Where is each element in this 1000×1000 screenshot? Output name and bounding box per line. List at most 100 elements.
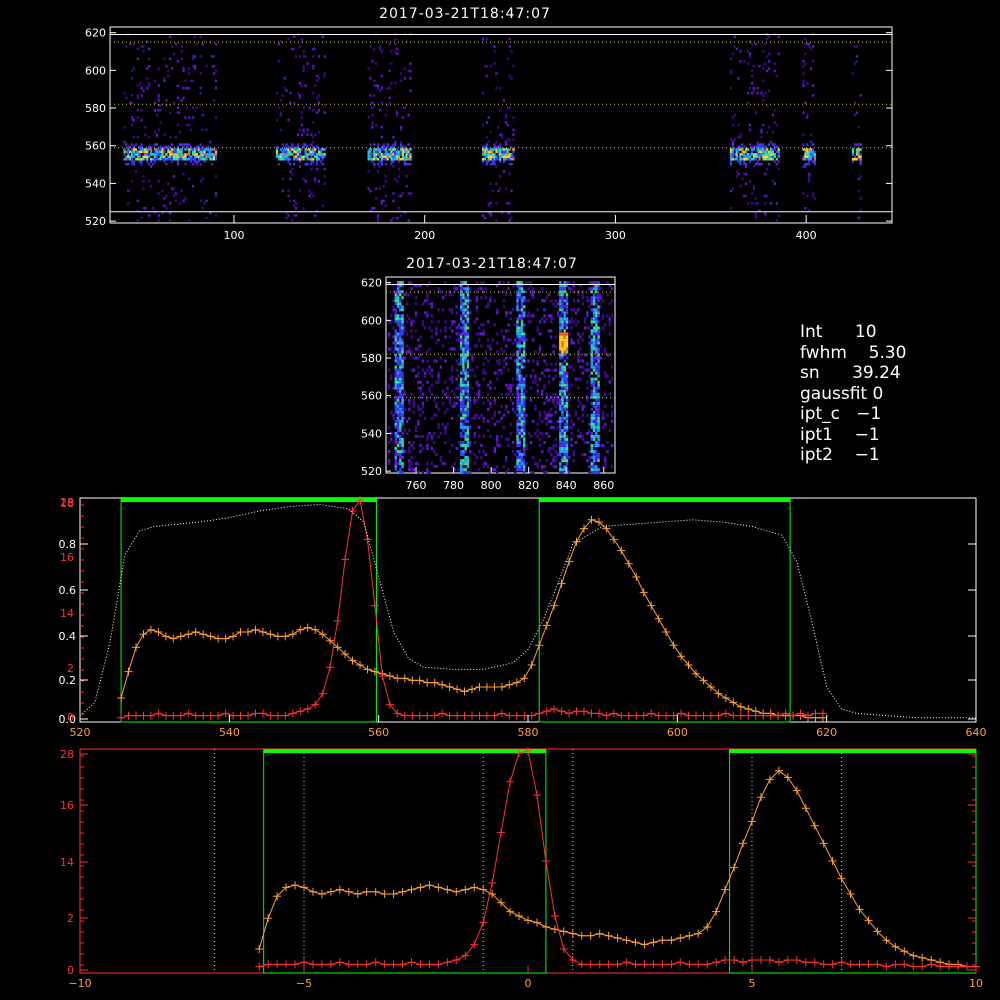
heatmap-cell bbox=[140, 162, 143, 166]
heatmap-cell bbox=[455, 326, 458, 330]
heatmap-cell bbox=[518, 341, 521, 345]
series-point-red bbox=[692, 711, 700, 720]
heatmap-cell bbox=[410, 444, 413, 447]
y-tick-label-red: 2 bbox=[67, 912, 74, 925]
heatmap-cell bbox=[859, 155, 862, 158]
series-point-orange bbox=[425, 881, 434, 890]
heatmap-cell bbox=[396, 158, 399, 161]
heatmap-cell bbox=[387, 332, 391, 336]
heatmap-cell bbox=[592, 425, 596, 429]
heatmap-cell bbox=[142, 45, 145, 48]
heatmap-cell bbox=[131, 118, 134, 122]
heatmap-cell bbox=[508, 106, 511, 109]
heatmap-cell bbox=[806, 148, 809, 151]
heatmap-cell bbox=[750, 91, 754, 95]
heatmap-cell bbox=[314, 180, 317, 183]
series-point-orange bbox=[533, 918, 541, 927]
series-point-orange bbox=[739, 839, 747, 848]
heatmap-cell bbox=[532, 293, 535, 297]
heatmap-cell bbox=[419, 434, 422, 438]
heatmap-cell bbox=[186, 86, 189, 90]
heatmap-cell bbox=[568, 365, 571, 369]
heatmap-cell bbox=[399, 395, 402, 399]
heatmap-cell bbox=[464, 410, 467, 414]
heatmap-cell bbox=[127, 150, 130, 154]
heatmap-cell bbox=[480, 332, 483, 336]
heatmap-cell bbox=[430, 305, 434, 309]
heatmap-cell bbox=[399, 302, 402, 306]
heatmap-cell bbox=[518, 456, 521, 459]
heatmap-cell bbox=[444, 359, 447, 363]
heatmap-cell bbox=[499, 155, 502, 158]
heatmap-cell bbox=[745, 150, 748, 154]
heatmap-cell bbox=[505, 471, 508, 475]
heatmap-cell bbox=[737, 148, 740, 151]
heatmap-cell bbox=[478, 434, 481, 438]
heatmap-cell bbox=[405, 162, 408, 166]
heatmap-cell bbox=[737, 150, 740, 154]
heatmap-cell bbox=[606, 374, 609, 378]
heatmap-cell bbox=[396, 153, 399, 156]
heatmap-cell bbox=[396, 150, 399, 154]
heatmap-cell bbox=[581, 302, 584, 306]
heatmap-cell bbox=[403, 145, 406, 149]
heatmap-cell bbox=[493, 299, 497, 303]
heatmap-cell bbox=[214, 79, 218, 83]
heatmap-cell bbox=[520, 434, 524, 438]
series-point-red bbox=[699, 711, 708, 720]
heatmap-cell bbox=[287, 160, 290, 163]
heatmap-cell bbox=[563, 311, 566, 315]
heatmap-cell bbox=[804, 42, 807, 46]
heatmap-cell bbox=[171, 160, 174, 163]
heatmap-cell bbox=[399, 422, 402, 426]
heatmap-cell bbox=[371, 121, 374, 124]
heatmap-cell bbox=[581, 413, 584, 417]
heatmap-cell bbox=[563, 389, 566, 393]
series-point-red bbox=[685, 960, 694, 969]
heatmap-cell bbox=[471, 353, 474, 357]
heatmap-cell bbox=[859, 175, 862, 178]
heatmap-cell bbox=[482, 368, 485, 372]
heatmap-cell bbox=[758, 153, 761, 156]
heatmap-cell bbox=[496, 341, 499, 345]
heatmap-cell bbox=[279, 128, 282, 132]
heatmap-cell bbox=[394, 158, 397, 161]
heatmap-cell bbox=[604, 465, 607, 469]
heatmap-cell bbox=[745, 158, 748, 161]
offset-green-boxes bbox=[263, 749, 977, 974]
heatmap-cell bbox=[595, 450, 598, 453]
heatmap-cell bbox=[287, 155, 290, 158]
heatmap-cell bbox=[811, 160, 815, 163]
heatmap-cell bbox=[437, 380, 440, 384]
heatmap-cell bbox=[157, 128, 160, 132]
heatmap-cell bbox=[293, 35, 296, 38]
heatmap-cell bbox=[508, 155, 511, 158]
heatmap-cell bbox=[310, 155, 313, 158]
heatmap-cell bbox=[601, 425, 605, 429]
heatmap-cell bbox=[285, 153, 288, 156]
series-point-red bbox=[535, 709, 544, 718]
y-tick-label-red: 14 bbox=[60, 607, 74, 620]
heatmap-cell bbox=[450, 404, 454, 408]
parameter-readout: Int 10 fwhm 5.30 sn 39.24 gaussfit 0 ipt… bbox=[800, 322, 906, 466]
heatmap-cell bbox=[165, 162, 168, 166]
heatmap-cell bbox=[511, 377, 515, 381]
heatmap-cell bbox=[403, 326, 406, 330]
heatmap-cell bbox=[481, 148, 485, 151]
heatmap-cell bbox=[401, 192, 404, 195]
heatmap-cell bbox=[499, 160, 502, 163]
series-point-orange bbox=[676, 934, 685, 942]
x-tick-label: 860 bbox=[593, 479, 614, 492]
heatmap-cell bbox=[561, 431, 564, 435]
series-point-orange bbox=[640, 940, 649, 949]
heatmap-cell bbox=[399, 365, 402, 369]
heatmap-cell bbox=[428, 431, 431, 435]
heatmap-cell bbox=[146, 158, 149, 161]
heatmap-cell bbox=[195, 106, 198, 109]
heatmap-cell bbox=[437, 320, 440, 324]
heatmap-cell bbox=[306, 148, 309, 151]
heatmap-cell bbox=[464, 311, 467, 315]
heatmap-cell bbox=[504, 158, 507, 161]
heatmap-cell bbox=[590, 281, 593, 285]
heatmap-cell bbox=[296, 148, 300, 151]
